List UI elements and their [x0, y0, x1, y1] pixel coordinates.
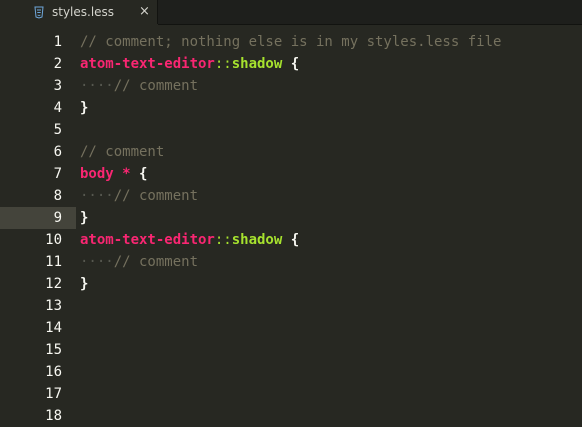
line-number[interactable]: 7: [0, 163, 62, 185]
code-line[interactable]: }: [80, 273, 88, 295]
code-line[interactable]: atom-text-editor::shadow {: [80, 53, 299, 75]
code-token: shadow: [231, 232, 283, 248]
line-number[interactable]: 9: [0, 207, 62, 229]
code-editor[interactable]: 1 2 3 4 5 6 7 8 9 10 11 12 13 14 15 16 17 18 // comment; …: [0, 27, 582, 424]
code-token: ::: [214, 56, 232, 72]
active-tab-indicator: [0, 24, 158, 26]
line-number[interactable]: 13: [0, 295, 62, 317]
line-number[interactable]: 17: [0, 383, 62, 405]
code-token: {: [282, 232, 300, 248]
line-number[interactable]: 2: [0, 53, 62, 75]
code-line[interactable]: }: [80, 207, 88, 229]
code-token: // comment: [80, 144, 165, 160]
code-line[interactable]: // comment; nothing else is in my styles…: [80, 31, 501, 53]
code-token: shadow: [231, 56, 283, 72]
close-icon[interactable]: ×: [139, 4, 150, 20]
code-token: // comment: [113, 78, 199, 94]
code-line[interactable]: }: [80, 97, 88, 119]
code-line[interactable]: ····// comment: [80, 75, 198, 97]
code-token: {: [130, 166, 148, 182]
code-token: body: [80, 166, 114, 182]
code-token: atom-text-editor: [80, 56, 215, 72]
line-number[interactable]: 3: [0, 75, 62, 97]
code-token: // comment; nothing else is in my styles…: [80, 34, 502, 50]
line-number[interactable]: 11: [0, 251, 62, 273]
tab-bar: styles.less ×: [0, 0, 582, 26]
line-number[interactable]: 12: [0, 273, 62, 295]
line-number[interactable]: 8: [0, 185, 62, 207]
line-number[interactable]: 10: [0, 229, 62, 251]
line-number[interactable]: 18: [0, 405, 62, 427]
line-number[interactable]: 1: [0, 31, 62, 53]
code-line[interactable]: // comment: [80, 141, 164, 163]
line-number[interactable]: 16: [0, 361, 62, 383]
indent-guide: ····: [80, 254, 114, 270]
code-line[interactable]: ····// comment: [80, 251, 198, 273]
code-line[interactable]: body * {: [80, 163, 147, 185]
indent-guide: ····: [80, 188, 114, 204]
code-token: ::: [214, 232, 232, 248]
code-token: {: [282, 56, 300, 72]
code-token: }: [80, 210, 89, 226]
code-area[interactable]: // comment; nothing else is in my styles…: [80, 27, 582, 418]
code-line[interactable]: atom-text-editor::shadow {: [80, 229, 299, 251]
tab-title: styles.less: [52, 5, 115, 19]
code-token: *: [122, 166, 131, 182]
indent-guide: ····: [80, 78, 114, 94]
tab-styles-less[interactable]: styles.less ×: [0, 0, 158, 26]
code-token: }: [80, 276, 89, 292]
line-number[interactable]: 15: [0, 339, 62, 361]
css-file-icon: [34, 6, 44, 19]
code-token: // comment: [113, 254, 199, 270]
line-number-gutter[interactable]: 1 2 3 4 5 6 7 8 9 10 11 12 13 14 15 16 17 18: [0, 27, 76, 424]
code-token: // comment: [113, 188, 199, 204]
line-number[interactable]: 14: [0, 317, 62, 339]
line-number[interactable]: 5: [0, 119, 62, 141]
code-token: }: [80, 100, 89, 116]
code-token: atom-text-editor: [80, 232, 215, 248]
line-number[interactable]: 4: [0, 97, 62, 119]
code-line[interactable]: ····// comment: [80, 185, 198, 207]
line-number[interactable]: 6: [0, 141, 62, 163]
